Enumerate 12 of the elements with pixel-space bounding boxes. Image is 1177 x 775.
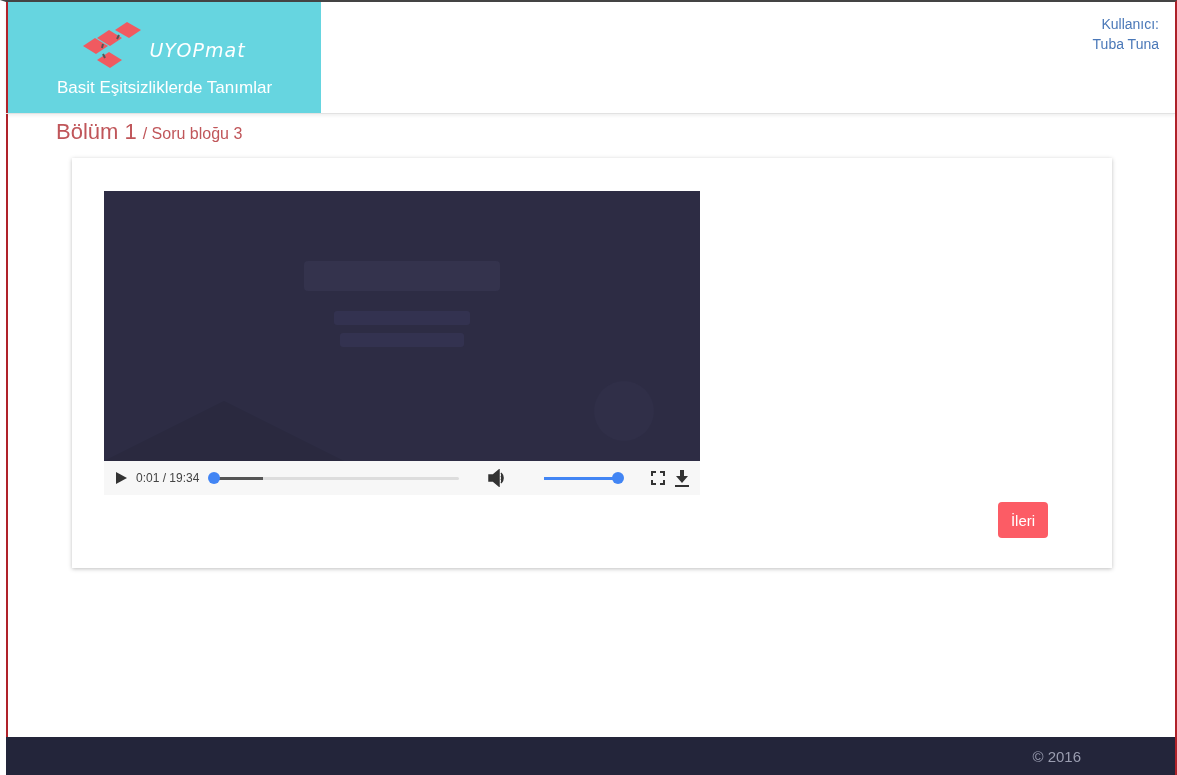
fullscreen-icon[interactable]	[650, 470, 666, 486]
logo-text: UYOPmat	[149, 38, 246, 61]
next-button[interactable]: İleri	[998, 502, 1048, 538]
course-title: Basit Eşitsizliklerde Tanımlar	[56, 77, 273, 98]
section-title: Bölüm 1	[56, 119, 137, 145]
user-name: Tuba Tuna	[1092, 36, 1159, 52]
copyright-text: © 2016	[1032, 747, 1081, 765]
user-label: Kullanıcı:	[1101, 16, 1159, 32]
block-title: / Soru bloğu 3	[142, 125, 243, 143]
time-display: 0:01 / 19:34	[136, 471, 200, 485]
play-icon[interactable]	[114, 471, 128, 485]
download-icon[interactable]	[674, 469, 690, 487]
